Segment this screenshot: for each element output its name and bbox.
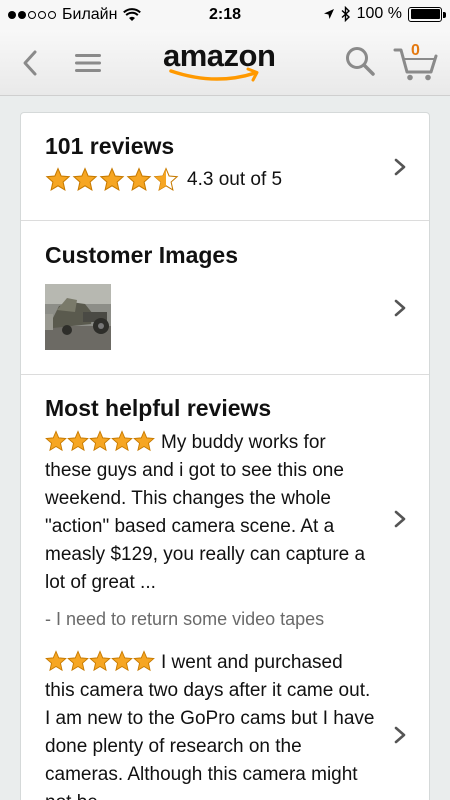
battery-icon [408, 6, 446, 22]
battery-percent: 100 % [356, 5, 402, 22]
star-full-icon [99, 167, 125, 191]
star-full-icon [133, 650, 155, 672]
search-icon [346, 47, 375, 76]
review-item[interactable]: My buddy works for these guys and i got … [45, 429, 375, 597]
chevron-left-icon [23, 50, 37, 76]
status-right: 100 % [323, 5, 446, 23]
review-author: - I need to return some video tapes [45, 609, 325, 629]
bluetooth-icon [341, 6, 350, 22]
star-full-icon [133, 430, 155, 452]
reviews-count-title: 101 reviews [45, 133, 175, 159]
star-full-icon [89, 650, 111, 672]
star-full-icon [111, 650, 133, 672]
smile-arrow-icon [169, 67, 259, 82]
star-full-icon [45, 167, 71, 191]
back-button[interactable] [16, 48, 46, 78]
star-full-icon [67, 430, 89, 452]
review-text: I went and purchased this camera two day… [45, 652, 375, 800]
chevron-right-icon [394, 299, 406, 317]
review-stars [45, 430, 155, 452]
cart-button[interactable]: 0 [393, 42, 439, 82]
status-bar: Билайн 2:18 100 % [0, 0, 450, 30]
review-text: My buddy works for these guys and i got … [45, 432, 366, 593]
star-full-icon [45, 430, 67, 452]
hamburger-icon [75, 54, 101, 72]
star-full-icon [72, 167, 98, 191]
reviews-card: 101 reviews 4.3 out of 5 Customer Images [20, 112, 430, 800]
rating-row: 4.3 out of 5 [45, 167, 282, 192]
nav-bar: amazon 0 [0, 30, 450, 96]
customer-image-thumbnail[interactable] [45, 284, 111, 350]
reviews-summary-row[interactable]: 101 reviews 4.3 out of 5 [21, 113, 429, 221]
star-full-icon [111, 430, 133, 452]
chevron-right-icon [394, 726, 406, 744]
review-item[interactable]: I went and purchased this camera two day… [45, 649, 375, 800]
cart-count-badge: 0 [411, 42, 420, 59]
customer-images-row[interactable]: Customer Images [21, 221, 429, 375]
star-full-icon [45, 650, 67, 672]
chevron-right-icon [394, 510, 406, 528]
customer-images-title: Customer Images [45, 242, 239, 268]
star-half-icon [153, 167, 179, 191]
amazon-logo[interactable]: amazon [163, 38, 283, 84]
menu-button[interactable] [72, 48, 104, 78]
review-stars [45, 650, 155, 672]
star-full-icon [89, 430, 111, 452]
location-arrow-icon [323, 9, 334, 19]
chevron-right-icon [394, 158, 406, 176]
search-button[interactable] [343, 44, 377, 78]
most-helpful-reviews-section: Most helpful reviews My buddy works for … [21, 375, 429, 800]
rating-stars [45, 167, 179, 192]
rating-text: 4.3 out of 5 [187, 168, 283, 190]
customer-photo [45, 284, 111, 350]
star-full-icon [67, 650, 89, 672]
most-helpful-title: Most helpful reviews [45, 395, 272, 421]
star-full-icon [126, 167, 152, 191]
